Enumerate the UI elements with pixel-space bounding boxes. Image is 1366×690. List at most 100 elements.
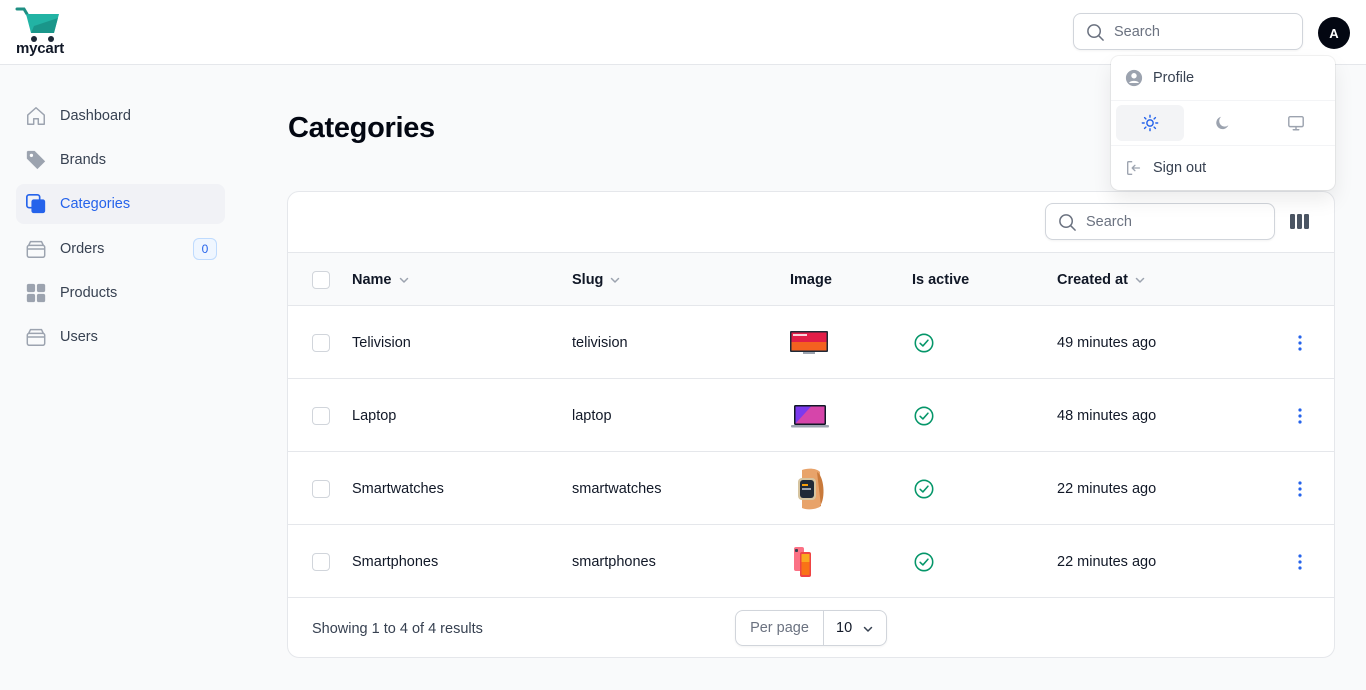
- table-footer: Showing 1 to 4 of 4 results Per page 10: [288, 598, 1334, 657]
- check-circle-icon: [913, 452, 935, 525]
- tag-icon: [25, 149, 47, 171]
- select-all-checkbox[interactable]: [312, 271, 330, 289]
- logo-text: mycart: [16, 40, 64, 57]
- column-header-slug[interactable]: Slug: [572, 253, 621, 306]
- home-icon: [25, 105, 47, 127]
- global-search-input[interactable]: [1114, 22, 1294, 42]
- divider: [1111, 100, 1335, 101]
- column-header-name[interactable]: Name: [352, 253, 410, 306]
- table-row[interactable]: Smartwatches smartwatches 22 minutes ago: [288, 452, 1334, 525]
- cell-created-at: 48 minutes ago: [1057, 407, 1157, 424]
- check-circle-icon: [913, 379, 935, 452]
- tv-thumbnail: [790, 306, 828, 379]
- sidebar-item-label: Categories: [60, 196, 131, 212]
- sidebar-item-dashboard[interactable]: Dashboard: [16, 96, 225, 136]
- cell-name: Telivision: [352, 334, 411, 351]
- monitor-icon: [1288, 115, 1304, 131]
- cell-slug: laptop: [572, 407, 612, 424]
- row-actions-icon[interactable]: [1290, 479, 1310, 504]
- sidebar-item-label: Users: [60, 329, 98, 345]
- sidebar-item-users[interactable]: Users: [16, 317, 225, 357]
- inbox-icon: [25, 326, 47, 348]
- column-label: Is active: [912, 271, 970, 288]
- columns-toggle-icon[interactable]: [1290, 213, 1309, 235]
- laptop-thumbnail: [791, 379, 829, 452]
- row-checkbox[interactable]: [312, 407, 330, 425]
- sidebar-item-label: Orders: [60, 241, 105, 257]
- cell-created-at: 22 minutes ago: [1057, 480, 1157, 497]
- per-page-label: Per page: [736, 611, 824, 645]
- global-search[interactable]: [1073, 13, 1303, 50]
- column-label: Slug: [572, 271, 604, 288]
- cell-name: Smartwatches: [352, 480, 444, 497]
- page-title: Categories: [288, 112, 435, 144]
- cell-created-at: 22 minutes ago: [1057, 553, 1157, 570]
- cell-name: Smartphones: [352, 553, 439, 570]
- column-label: Name: [352, 271, 392, 288]
- table-search-input[interactable]: [1086, 212, 1266, 232]
- search-icon: [1059, 214, 1076, 231]
- column-header-is-active: Is active: [912, 253, 969, 306]
- divider: [1111, 145, 1335, 146]
- signout-label: Sign out: [1153, 160, 1207, 176]
- categories-table-card: Name Slug Image Is active Created at Tel…: [287, 191, 1335, 658]
- chevron-down-icon: [863, 626, 873, 632]
- theme-dark-button[interactable]: [1189, 105, 1257, 141]
- cell-created-at: 49 minutes ago: [1057, 334, 1157, 351]
- sidebar-item-brands[interactable]: Brands: [16, 140, 225, 180]
- per-page-select[interactable]: 10: [824, 611, 886, 645]
- user-avatar[interactable]: A: [1318, 17, 1350, 49]
- table-search[interactable]: [1045, 203, 1275, 240]
- sidebar-item-orders[interactable]: Orders 0: [16, 229, 225, 269]
- table-row[interactable]: Smartphones smartphones 22 minutes ago: [288, 525, 1334, 598]
- per-page-control: Per page 10: [735, 610, 887, 646]
- grid-icon: [25, 282, 47, 304]
- column-label: Created at: [1057, 271, 1128, 288]
- sidebar-item-products[interactable]: Products: [16, 273, 225, 313]
- row-checkbox[interactable]: [312, 553, 330, 571]
- row-actions-icon[interactable]: [1290, 552, 1310, 577]
- watch-thumbnail: [794, 452, 828, 525]
- phone-thumbnail: [793, 525, 813, 598]
- column-header-created-at[interactable]: Created at: [1057, 253, 1146, 306]
- theme-system-button[interactable]: [1262, 105, 1330, 141]
- search-icon: [1087, 24, 1104, 41]
- signout-icon: [1127, 161, 1141, 175]
- cell-slug: smartphones: [572, 553, 656, 570]
- column-header-image: Image: [790, 253, 832, 306]
- user-menu-dropdown: Profile Sign out: [1111, 56, 1335, 190]
- sidebar-item-label: Products: [60, 285, 118, 301]
- chevron-down-icon: [1135, 277, 1145, 283]
- row-checkbox[interactable]: [312, 334, 330, 352]
- signout-menu-item[interactable]: Sign out: [1111, 148, 1335, 188]
- theme-light-button[interactable]: [1116, 105, 1184, 141]
- per-page-value: 10: [836, 620, 853, 636]
- table-header: Name Slug Image Is active Created at: [288, 253, 1334, 306]
- sidebar-item-categories[interactable]: Categories: [16, 184, 225, 224]
- user-circle-icon: [1125, 69, 1143, 87]
- cell-name: Laptop: [352, 407, 397, 424]
- row-actions-icon[interactable]: [1290, 406, 1310, 431]
- profile-label: Profile: [1153, 70, 1195, 86]
- row-actions-icon[interactable]: [1290, 333, 1310, 358]
- row-checkbox[interactable]: [312, 480, 330, 498]
- cell-slug: telivision: [572, 334, 628, 351]
- table-row[interactable]: Telivision telivision 49 minutes ago: [288, 306, 1334, 379]
- sidebar-item-label: Dashboard: [60, 108, 131, 124]
- cell-slug: smartwatches: [572, 480, 662, 497]
- squares-icon: [25, 193, 47, 215]
- chevron-down-icon: [611, 277, 620, 283]
- table-toolbar: [288, 192, 1334, 253]
- table-row[interactable]: Laptop laptop 48 minutes ago: [288, 379, 1334, 452]
- orders-count-badge: 0: [193, 238, 217, 260]
- check-circle-icon: [913, 525, 935, 598]
- results-summary: Showing 1 to 4 of 4 results: [312, 620, 483, 637]
- profile-menu-item[interactable]: Profile: [1111, 58, 1335, 98]
- column-label: Image: [790, 271, 832, 288]
- sidebar-item-label: Brands: [60, 152, 106, 168]
- sun-icon: [1141, 114, 1159, 132]
- moon-icon: [1216, 116, 1229, 130]
- inbox-icon: [25, 238, 47, 260]
- chevron-down-icon: [399, 277, 408, 283]
- check-circle-icon: [913, 306, 935, 379]
